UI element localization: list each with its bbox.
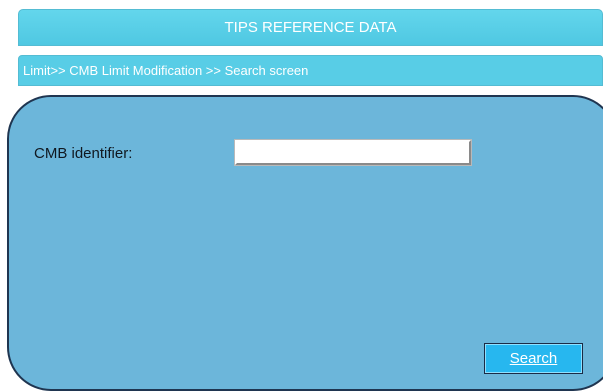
page-title-bar: TIPS REFERENCE DATA <box>18 9 603 46</box>
cmb-identifier-input[interactable] <box>234 139 472 166</box>
cmb-identifier-label: CMB identifier: <box>34 145 133 162</box>
breadcrumb: Limit>> CMB Limit Modification >> Search… <box>18 55 603 86</box>
breadcrumb-text: Limit>> CMB Limit Modification >> Search… <box>23 63 309 78</box>
search-button[interactable]: Search <box>484 343 583 374</box>
page-title: TIPS REFERENCE DATA <box>224 19 397 36</box>
